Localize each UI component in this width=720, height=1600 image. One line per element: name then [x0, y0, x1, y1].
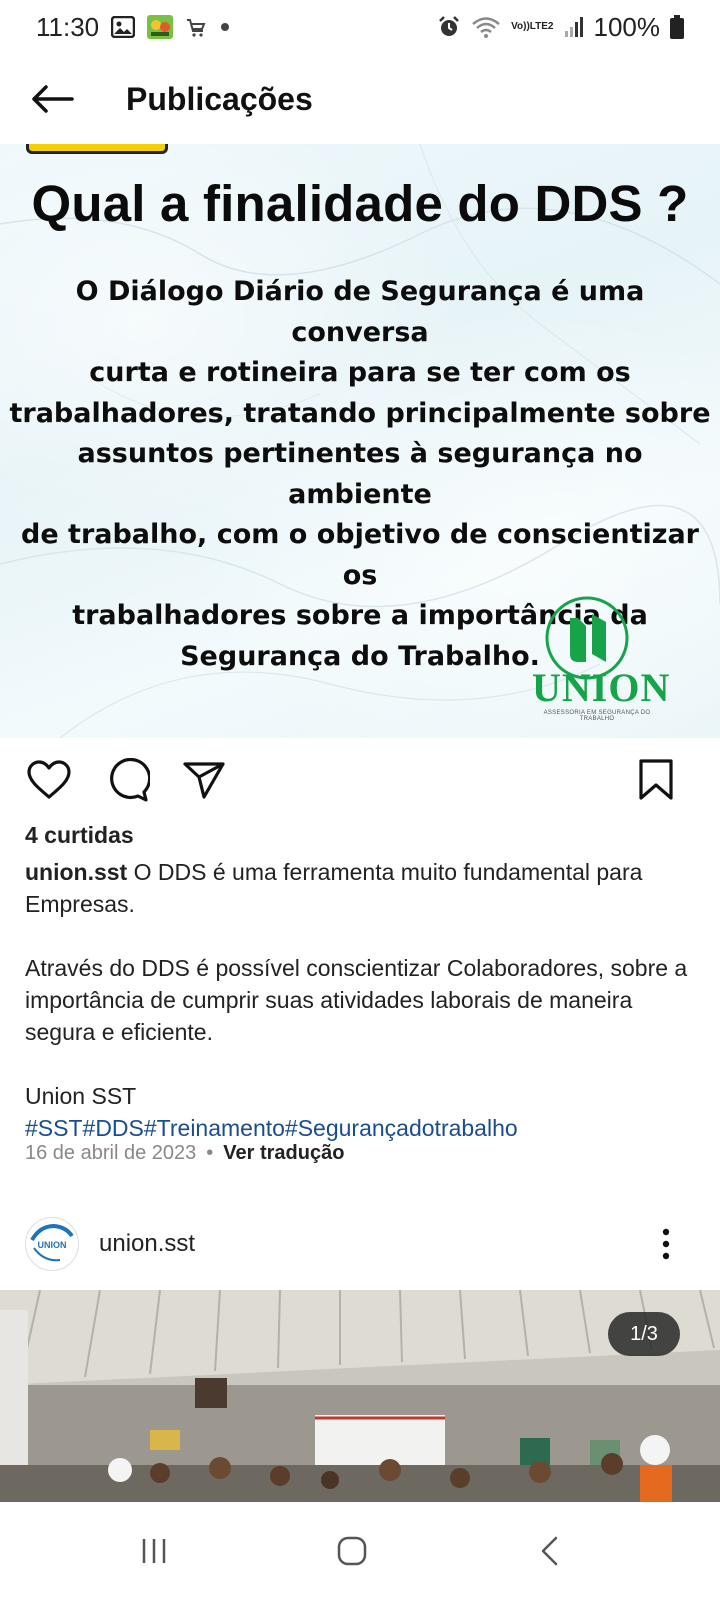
avatar-text: UNION [38, 1240, 67, 1250]
recent-apps-button[interactable] [124, 1524, 184, 1578]
caption-username[interactable]: union.sst [25, 859, 127, 885]
like-button[interactable] [23, 754, 75, 806]
post-headline: Qual a finalidade do DDS ? [31, 175, 689, 232]
save-button[interactable] [630, 754, 682, 806]
battery-percent: 100% [593, 11, 661, 42]
heart-icon [27, 760, 71, 799]
paper-plane-icon [183, 762, 225, 799]
avatar[interactable]: UNION [25, 1217, 79, 1271]
union-avatar-icon: UNION [28, 1220, 76, 1268]
post2-photo[interactable]: 1/3 [0, 1290, 720, 1502]
post-image[interactable]: Qual a finalidade do DDS ? O Diálogo Diá… [0, 144, 720, 738]
yellow-accent-bar [26, 144, 168, 154]
lte-indicator: Vo)) LTE2 [511, 22, 553, 32]
home-icon [337, 1536, 367, 1566]
comment-bubble-icon [110, 758, 150, 802]
alarm-icon [437, 15, 461, 39]
caption-hashtags[interactable]: #SST#DDS#Treinamento#Segurançadotrabalho [25, 1115, 518, 1141]
more-options-button[interactable] [646, 1224, 686, 1264]
signal-icon [564, 16, 584, 38]
vertical-dots-icon [662, 1228, 670, 1260]
likes-count[interactable]: 4 curtidas [25, 822, 134, 849]
bookmark-icon [639, 759, 673, 800]
chevron-left-icon [541, 1536, 558, 1566]
body-line: de trabalho, com o objetivo de conscient… [21, 519, 699, 591]
arrow-left-icon [32, 85, 74, 113]
gallery-icon [111, 16, 136, 38]
post-meta: 16 de abril de 2023 • Ver tradução [25, 1142, 344, 1165]
volte-label: Vo)) [511, 21, 530, 32]
dot-icon [219, 21, 231, 33]
status-time: 11:30 [36, 11, 100, 42]
caption-signature: Union SST [25, 1083, 137, 1109]
shopping-cart-icon [185, 16, 207, 38]
post2-username[interactable]: union.sst [99, 1230, 195, 1258]
body-line: curta e rotineira para se ter com os [89, 357, 631, 388]
system-nav-bar [0, 1502, 720, 1600]
post-action-bar [0, 738, 720, 820]
body-line: assuntos pertinentes à segurança no ambi… [77, 438, 643, 510]
carousel-counter: 1/3 [608, 1312, 680, 1356]
logo-subtitle: ASSESSORIA EM SEGURANÇA DO TRABALHO [543, 710, 651, 722]
app-header: Publicações [0, 54, 720, 144]
battery-icon [670, 15, 684, 39]
lte-label: LTE2 [529, 21, 554, 32]
post2-header: UNION union.sst [0, 1216, 720, 1272]
wifi-icon [471, 15, 501, 39]
back-button[interactable] [26, 73, 78, 125]
post-date: 16 de abril de 2023 [25, 1142, 197, 1164]
caption-paragraph: Através do DDS é possível conscientizar … [25, 955, 688, 1045]
meta-separator: • [206, 1142, 214, 1164]
post-caption: union.sst O DDS é uma ferramenta muito f… [25, 856, 695, 1144]
logo-word: UNION [532, 665, 671, 710]
game-icon [147, 15, 174, 39]
share-button[interactable] [178, 754, 230, 806]
translate-link[interactable]: Ver tradução [223, 1142, 344, 1165]
body-line: O Diálogo Diário de Segurança é uma conv… [75, 276, 645, 348]
page-title: Publicações [126, 80, 313, 117]
status-bar: 11:30 Vo)) LTE2 100% [0, 0, 720, 54]
comment-button[interactable] [102, 754, 154, 806]
system-back-button[interactable] [520, 1524, 580, 1578]
recent-apps-icon [142, 1539, 166, 1563]
body-line: trabalhadores, tratando principalmente s… [9, 397, 711, 429]
home-button[interactable] [322, 1524, 382, 1578]
